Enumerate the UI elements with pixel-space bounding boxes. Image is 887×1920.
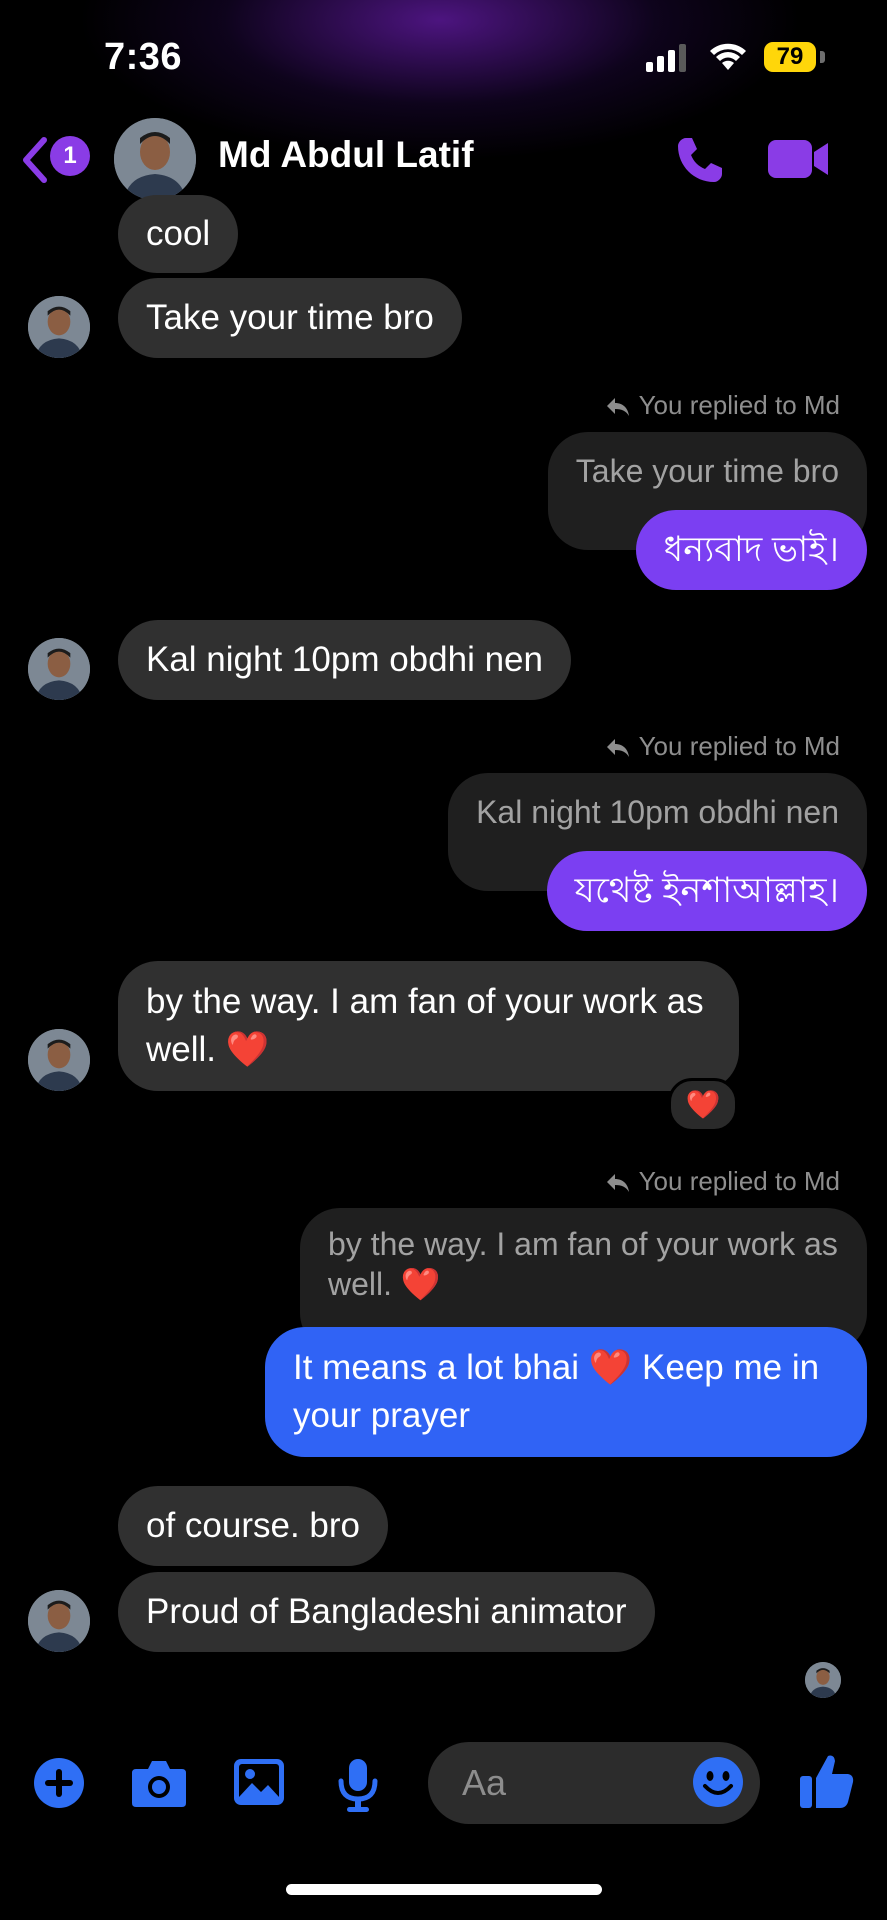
sender-avatar[interactable] bbox=[28, 638, 90, 700]
sender-avatar[interactable] bbox=[28, 296, 90, 358]
clock: 7:36 bbox=[104, 36, 183, 78]
battery-indicator: 79 bbox=[764, 42, 816, 72]
video-camera-icon[interactable] bbox=[766, 134, 832, 184]
contact-name[interactable]: Md Abdul Latif bbox=[218, 134, 474, 176]
sender-avatar[interactable] bbox=[28, 1590, 90, 1652]
message-composer: Aa bbox=[0, 1740, 887, 1830]
plus-icon[interactable] bbox=[33, 1757, 85, 1809]
incoming-message[interactable]: Proud of Bangladeshi animator bbox=[118, 1572, 655, 1652]
signal-icon bbox=[646, 44, 686, 72]
battery-cap bbox=[820, 51, 825, 63]
chat-header: 1 Md Abdul Latif bbox=[0, 110, 887, 210]
home-indicator[interactable] bbox=[286, 1884, 602, 1895]
status-bar: 7:36 79 bbox=[0, 0, 887, 110]
reply-arrow-icon bbox=[606, 739, 629, 758]
phone-icon[interactable] bbox=[672, 132, 728, 188]
unread-badge: 1 bbox=[50, 136, 90, 176]
incoming-message[interactable]: cool bbox=[118, 195, 239, 273]
chevron-left-icon bbox=[23, 137, 47, 183]
input-placeholder: Aa bbox=[462, 1762, 507, 1803]
outgoing-message[interactable]: It means a lot bhai ❤️ Keep me in your p… bbox=[265, 1327, 867, 1457]
gallery-icon[interactable] bbox=[232, 1757, 286, 1807]
emoji-icon[interactable] bbox=[692, 1756, 744, 1808]
contact-avatar[interactable] bbox=[114, 118, 196, 200]
incoming-message[interactable]: by the way. I am fan of your work as wel… bbox=[118, 961, 739, 1091]
incoming-message[interactable]: Kal night 10pm obdhi nen bbox=[118, 620, 571, 700]
outgoing-message[interactable]: যথেষ্ট ইনশাআল্লাহ। bbox=[546, 851, 867, 931]
message-list[interactable]: cool Take your time bro You replied to M… bbox=[0, 195, 887, 1698]
reply-arrow-icon bbox=[606, 398, 629, 417]
wifi-icon bbox=[710, 43, 746, 70]
reply-arrow-icon bbox=[606, 1174, 629, 1193]
outgoing-message[interactable]: ধন্যবাদ ভাই। bbox=[635, 510, 867, 590]
incoming-message[interactable]: Take your time bro bbox=[118, 278, 462, 358]
reply-label: You replied to Md bbox=[605, 1166, 840, 1197]
thumbs-up-icon[interactable] bbox=[798, 1752, 856, 1810]
incoming-message[interactable]: of course. bro bbox=[118, 1486, 388, 1566]
heart-reaction[interactable]: ❤️ bbox=[668, 1078, 738, 1132]
seen-indicator-avatar bbox=[805, 1662, 841, 1698]
person-icon bbox=[114, 118, 196, 200]
reply-label: You replied to Md bbox=[605, 731, 840, 762]
sender-avatar[interactable] bbox=[28, 1029, 90, 1091]
microphone-icon[interactable] bbox=[336, 1757, 380, 1813]
camera-icon[interactable] bbox=[130, 1757, 188, 1809]
reply-label: You replied to Md bbox=[605, 390, 840, 421]
